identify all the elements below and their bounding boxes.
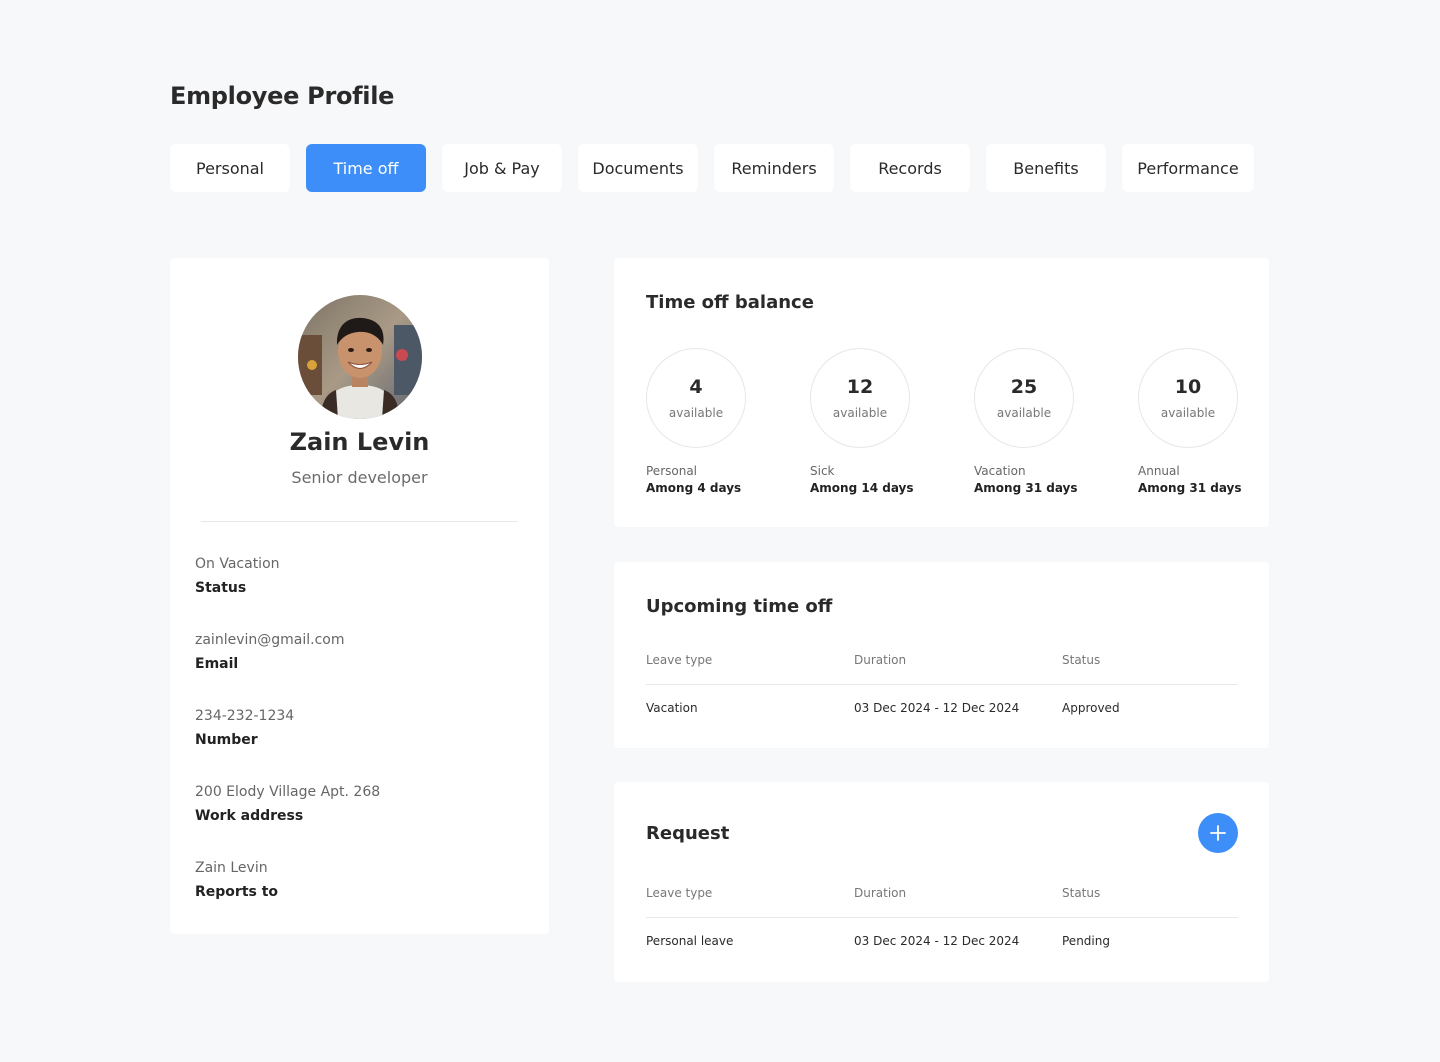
cell-duration: 03 Dec 2024 - 12 Dec 2024 (854, 701, 1020, 715)
info-value: Zain Levin (195, 860, 268, 876)
tab-reminders[interactable]: Reminders (714, 144, 834, 192)
table-divider (646, 917, 1238, 918)
balance-type: Sick (810, 464, 835, 478)
table-divider (646, 684, 1238, 685)
balance-item-personal: 4 available Personal Among 4 days (646, 348, 766, 495)
info-label: Work address (195, 808, 304, 824)
page-title: Employee Profile (170, 82, 395, 110)
balance-type: Personal (646, 464, 698, 478)
info-number: 234-232-1234 Number (195, 707, 515, 749)
balance-available-label: available (1160, 406, 1216, 420)
balance-circle: 10 available (1138, 348, 1238, 448)
balance-title: Time off balance (646, 292, 814, 313)
balance-circle: 4 available (646, 348, 746, 448)
column-header-status: Status (1062, 653, 1101, 667)
column-header-leave-type: Leave type (646, 886, 713, 900)
balance-circle: 25 available (974, 348, 1074, 448)
info-email: zainlevin@gmail.com Email (195, 631, 515, 673)
profile-name: Zain Levin (289, 428, 430, 456)
profile-card: Zain Levin Senior developer On Vacation … (170, 258, 549, 934)
tab-time-off[interactable]: Time off (306, 144, 426, 192)
balance-count: 10 (1174, 376, 1202, 398)
info-label: Reports to (195, 884, 279, 900)
info-value: zainlevin@gmail.com (195, 632, 345, 648)
request-title: Request (646, 823, 730, 844)
balance-available-label: available (668, 406, 724, 420)
tab-records[interactable]: Records (850, 144, 970, 192)
avatar-photo (298, 295, 422, 419)
tab-benefits[interactable]: Benefits (986, 144, 1106, 192)
balance-available-label: available (996, 406, 1052, 420)
info-label: Status (195, 580, 247, 596)
balance-count: 25 (1010, 376, 1038, 398)
balance-among: Among 14 days (810, 481, 914, 495)
plus-icon (1210, 825, 1226, 841)
request-card: Request Leave type Duration Status Perso… (614, 782, 1269, 982)
tab-personal[interactable]: Personal (170, 144, 290, 192)
balance-among: Among 31 days (1138, 481, 1242, 495)
profile-role: Senior developer (291, 468, 428, 487)
avatar (298, 295, 422, 419)
time-off-balance-card: Time off balance 4 available Personal Am… (614, 258, 1269, 527)
column-header-status: Status (1062, 886, 1101, 900)
tab-documents[interactable]: Documents (578, 144, 698, 192)
balance-item-annual: 10 available Annual Among 31 days (1138, 348, 1258, 495)
balance-available-label: available (832, 406, 888, 420)
tab-performance[interactable]: Performance (1122, 144, 1254, 192)
balance-item-sick: 12 available Sick Among 14 days (810, 348, 930, 495)
cell-status: Approved (1062, 701, 1120, 715)
info-value: On Vacation (195, 556, 280, 572)
info-label: Number (195, 732, 258, 748)
info-work-address: 200 Elody Village Apt. 268 Work address (195, 783, 515, 825)
balance-type: Annual (1138, 464, 1180, 478)
column-header-leave-type: Leave type (646, 653, 713, 667)
column-header-duration: Duration (854, 653, 907, 667)
balance-count: 4 (689, 376, 703, 398)
balance-among: Among 4 days (646, 481, 742, 495)
tab-job-pay[interactable]: Job & Pay (442, 144, 562, 192)
upcoming-title: Upcoming time off (646, 596, 833, 617)
column-header-duration: Duration (854, 886, 907, 900)
balance-count: 12 (846, 376, 874, 398)
balance-item-vacation: 25 available Vacation Among 31 days (974, 348, 1094, 495)
info-reports-to: Zain Levin Reports to (195, 859, 515, 901)
info-value: 200 Elody Village Apt. 268 (195, 784, 381, 800)
cell-leave-type: Personal leave (646, 934, 734, 948)
balance-circle: 12 available (810, 348, 910, 448)
info-value: 234-232-1234 (195, 708, 295, 724)
balance-among: Among 31 days (974, 481, 1078, 495)
upcoming-time-off-card: Upcoming time off Leave type Duration St… (614, 562, 1269, 748)
info-status: On Vacation Status (195, 555, 515, 597)
add-request-button[interactable] (1198, 813, 1238, 853)
cell-leave-type: Vacation (646, 701, 698, 715)
profile-divider (201, 521, 518, 522)
info-label: Email (195, 656, 239, 672)
cell-duration: 03 Dec 2024 - 12 Dec 2024 (854, 934, 1020, 948)
cell-status: Pending (1062, 934, 1110, 948)
balance-type: Vacation (974, 464, 1026, 478)
